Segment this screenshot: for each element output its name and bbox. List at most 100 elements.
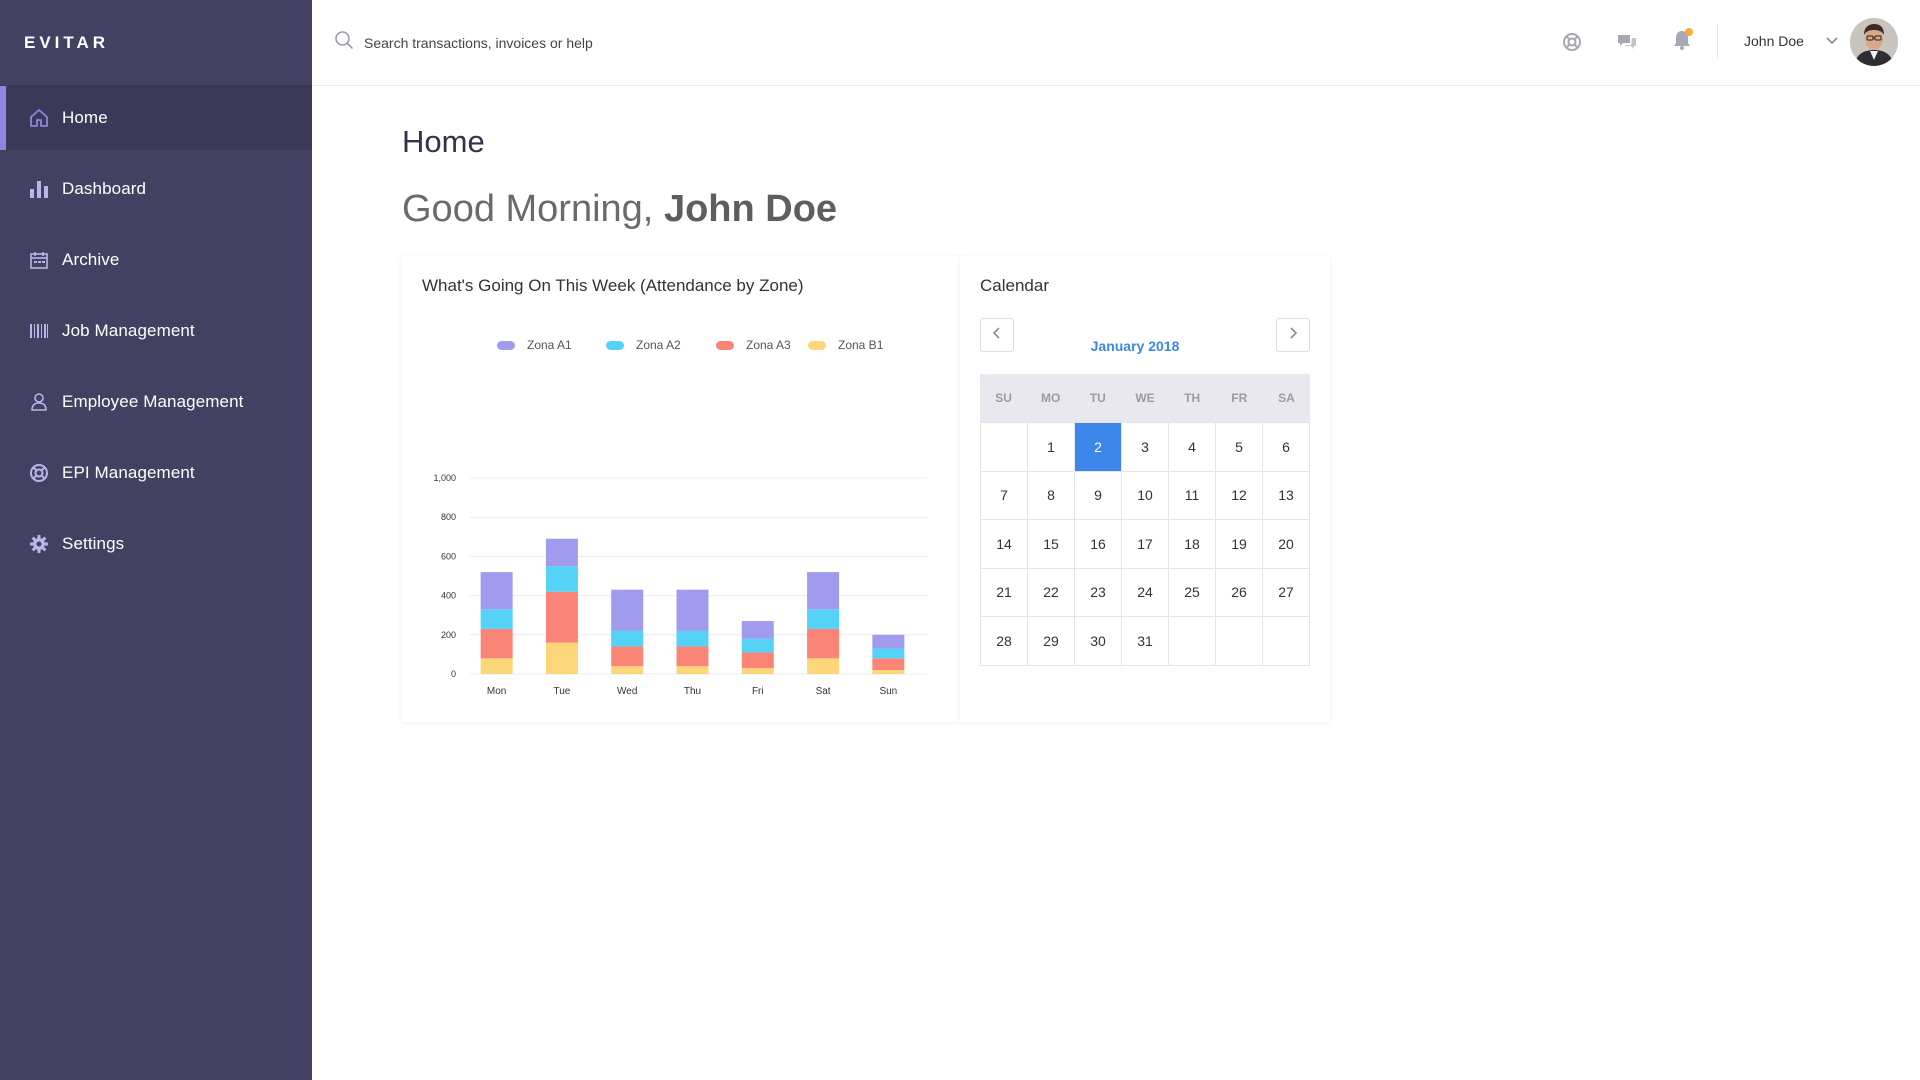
calendar-day[interactable]: 6 bbox=[1263, 423, 1310, 472]
calendar-day[interactable]: 29 bbox=[1028, 617, 1075, 666]
calendar-day[interactable]: 28 bbox=[981, 617, 1028, 666]
bar-segment-zona-b1[interactable] bbox=[480, 658, 513, 674]
calendar-day[interactable]: 25 bbox=[1169, 568, 1216, 617]
calendar-day[interactable]: 30 bbox=[1075, 617, 1122, 666]
x-tick-label: Sun bbox=[879, 686, 897, 697]
attendance-bar-chart: 0 200 400 600 800 1,000 Mon Tue Wed Thu Fri Sat Sun bbox=[433, 473, 927, 697]
bar-segment-zona-a3[interactable] bbox=[611, 646, 644, 667]
bar-segment-zona-a2[interactable] bbox=[611, 630, 644, 647]
calendar-weekday: SA bbox=[1278, 391, 1295, 405]
topbar-divider bbox=[1717, 24, 1718, 58]
calendar-day[interactable]: 11 bbox=[1169, 471, 1216, 520]
user-name[interactable]: John Doe bbox=[1744, 33, 1804, 49]
calendar-day-selected[interactable]: 2 bbox=[1075, 423, 1122, 472]
calendar-day[interactable]: 19 bbox=[1216, 520, 1263, 569]
search-input[interactable] bbox=[364, 34, 764, 51]
calendar-day[interactable]: 16 bbox=[1075, 520, 1122, 569]
y-tick-label: 600 bbox=[441, 551, 456, 561]
calendar-day[interactable]: 13 bbox=[1263, 471, 1310, 520]
brand-logo: EVITAR bbox=[0, 0, 312, 86]
x-tick-label: Fri bbox=[752, 686, 764, 697]
bar-segment-zona-a3[interactable] bbox=[872, 658, 905, 671]
calendar-day[interactable]: 7 bbox=[981, 471, 1028, 520]
sidebar-nav: Home Dashboard Archive Job Management Em… bbox=[0, 86, 312, 576]
sidebar-item-dashboard[interactable]: Dashboard bbox=[0, 157, 312, 221]
calendar-day[interactable]: 15 bbox=[1028, 520, 1075, 569]
bar-segment-zona-a2[interactable] bbox=[545, 566, 578, 592]
calendar-weekday: SU bbox=[995, 391, 1012, 405]
calendar-day[interactable]: 10 bbox=[1122, 471, 1169, 520]
greeting-name: John Doe bbox=[663, 188, 838, 230]
calendar-weekday: MO bbox=[1041, 391, 1061, 405]
bar-segment-zona-a3[interactable] bbox=[545, 591, 578, 643]
bar-segment-zona-a2[interactable] bbox=[872, 648, 905, 659]
bar-segment-zona-a1[interactable] bbox=[676, 589, 709, 631]
sidebar-item-home[interactable]: Home bbox=[0, 86, 312, 150]
calendar-day[interactable]: 1 bbox=[1028, 423, 1075, 472]
calendar-empty-cell bbox=[1169, 617, 1216, 666]
bar-segment-zona-a1[interactable] bbox=[611, 589, 644, 631]
bar-segment-zona-b1[interactable] bbox=[872, 670, 905, 674]
bar-segment-zona-a1[interactable] bbox=[545, 538, 578, 567]
bar-segment-zona-a2[interactable] bbox=[807, 609, 840, 629]
calendar-day[interactable]: 8 bbox=[1028, 471, 1075, 520]
chevron-down-icon[interactable] bbox=[1824, 33, 1840, 49]
sidebar-item-archive[interactable]: Archive bbox=[0, 228, 312, 292]
bar-segment-zona-a1[interactable] bbox=[480, 572, 513, 610]
page-title: Home bbox=[402, 124, 485, 159]
calendar-day[interactable]: 21 bbox=[981, 568, 1028, 617]
calendar-day[interactable]: 23 bbox=[1075, 568, 1122, 617]
avatar[interactable] bbox=[1850, 18, 1898, 66]
bar-segment-zona-b1[interactable] bbox=[545, 642, 578, 674]
sidebar-item-job-management[interactable]: Job Management bbox=[0, 299, 312, 363]
lifebuoy-icon[interactable] bbox=[1560, 30, 1584, 54]
bar-segment-zona-b1[interactable] bbox=[807, 658, 840, 674]
calendar-days: 1 2 3 4 5 6 7 8 9 10 11 12 13 14 15 16 17 18 19 20 21 22 23 24 2… bbox=[980, 422, 1310, 666]
calendar-month-label: January 2018 bbox=[1090, 338, 1180, 354]
calendar-day[interactable]: 14 bbox=[981, 520, 1028, 569]
bar-segment-zona-b1[interactable] bbox=[611, 666, 644, 674]
bar-segment-zona-b1[interactable] bbox=[676, 666, 709, 674]
calendar-day[interactable]: 18 bbox=[1169, 520, 1216, 569]
notification-dot bbox=[1685, 28, 1693, 36]
bar-segment-zona-a3[interactable] bbox=[480, 628, 513, 659]
sidebar: EVITAR Home Dashboard Archive Job Manage… bbox=[0, 0, 312, 1080]
home-icon bbox=[28, 107, 50, 129]
calendar-day[interactable]: 22 bbox=[1028, 568, 1075, 617]
x-tick-label: Wed bbox=[617, 686, 637, 697]
calendar-day[interactable]: 12 bbox=[1216, 471, 1263, 520]
calendar-day[interactable]: 31 bbox=[1122, 617, 1169, 666]
bar-segment-zona-a3[interactable] bbox=[676, 646, 709, 667]
calendar-day[interactable]: 4 bbox=[1169, 423, 1216, 472]
bar-segment-zona-a2[interactable] bbox=[676, 630, 709, 647]
chat-icon[interactable] bbox=[1615, 30, 1639, 54]
sidebar-item-employee-management[interactable]: Employee Management bbox=[0, 370, 312, 434]
topbar: John Doe bbox=[312, 0, 1920, 86]
bar-segment-zona-a1[interactable] bbox=[741, 621, 774, 639]
bar-segment-zona-a2[interactable] bbox=[480, 609, 513, 629]
bar-segment-zona-a3[interactable] bbox=[807, 628, 840, 659]
calendar-day[interactable]: 20 bbox=[1263, 520, 1310, 569]
calendar-day[interactable]: 27 bbox=[1263, 568, 1310, 617]
bar-chart-icon bbox=[28, 178, 50, 200]
bar-segment-zona-b1[interactable] bbox=[741, 668, 774, 674]
calendar-empty-cell bbox=[1263, 617, 1310, 666]
next-month-button[interactable] bbox=[1276, 318, 1310, 352]
sidebar-item-label: Archive bbox=[62, 250, 120, 269]
bar-segment-zona-a2[interactable] bbox=[741, 638, 774, 653]
greeting: Good Morning, John Doe bbox=[402, 188, 837, 231]
calendar-day[interactable]: 26 bbox=[1216, 568, 1263, 617]
bar-segment-zona-a3[interactable] bbox=[741, 652, 774, 669]
calendar-day[interactable]: 5 bbox=[1216, 423, 1263, 472]
bell-icon[interactable] bbox=[1670, 28, 1694, 52]
y-tick-label: 200 bbox=[441, 630, 456, 640]
bar-segment-zona-a1[interactable] bbox=[872, 634, 905, 649]
calendar-day[interactable]: 24 bbox=[1122, 568, 1169, 617]
sidebar-item-settings[interactable]: Settings bbox=[0, 512, 312, 576]
calendar-day[interactable]: 9 bbox=[1075, 471, 1122, 520]
calendar-day[interactable]: 3 bbox=[1122, 423, 1169, 472]
sidebar-item-epi-management[interactable]: EPI Management bbox=[0, 441, 312, 505]
sidebar-item-label: Employee Management bbox=[62, 392, 244, 411]
bar-segment-zona-a1[interactable] bbox=[807, 572, 840, 610]
calendar-day[interactable]: 17 bbox=[1122, 520, 1169, 569]
